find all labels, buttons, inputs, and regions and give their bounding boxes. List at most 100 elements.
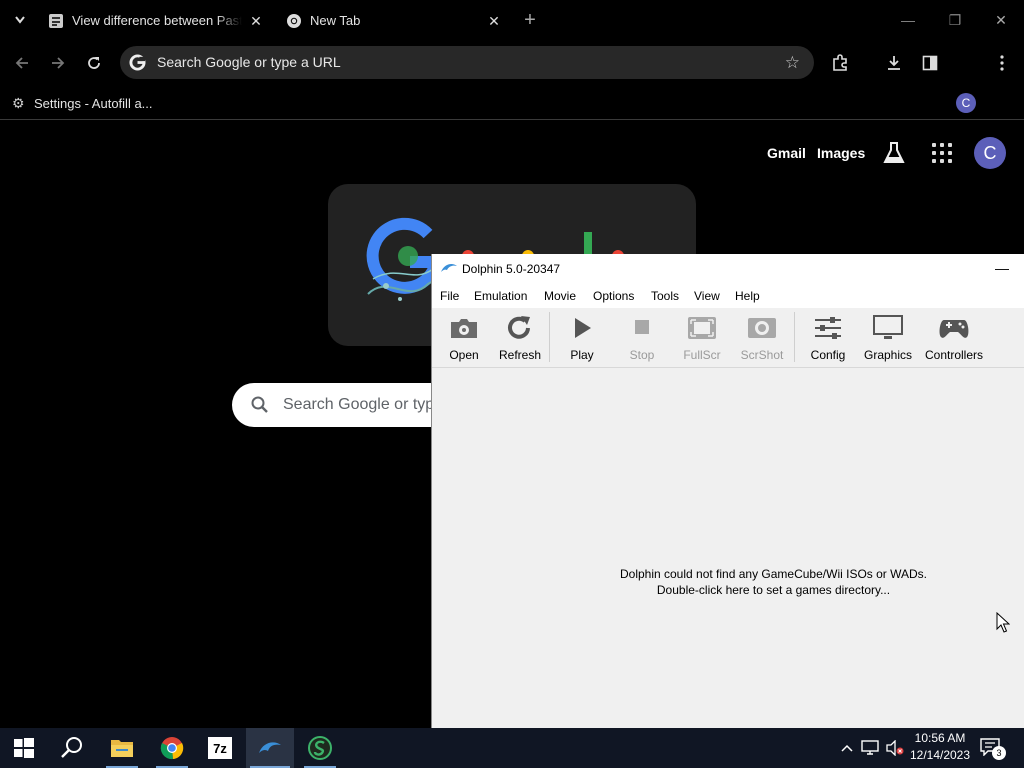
taskbar-7zip[interactable]: 7z bbox=[196, 728, 244, 768]
menu-help[interactable]: Help bbox=[735, 284, 760, 308]
refresh-icon bbox=[508, 316, 530, 339]
controllers-icon bbox=[939, 320, 969, 338]
taskbar-chrome[interactable] bbox=[148, 728, 196, 768]
dolphin-icon bbox=[259, 742, 281, 753]
fullscreen-label: FullScr bbox=[683, 348, 721, 362]
new-tab-button[interactable]: + bbox=[520, 6, 540, 34]
network-icon bbox=[861, 740, 879, 755]
tab-new-tab[interactable]: New Tab ✕ bbox=[286, 6, 506, 36]
notification-count-badge: 3 bbox=[992, 746, 1006, 760]
forward-button[interactable] bbox=[46, 51, 70, 75]
downloads-button[interactable] bbox=[882, 51, 906, 75]
menu-movie[interactable]: Movie bbox=[544, 284, 576, 308]
menu-emulation[interactable]: Emulation bbox=[474, 284, 527, 308]
volume-muted-icon bbox=[886, 740, 904, 756]
message-line-2: Double-click here to set a games directo… bbox=[656, 583, 891, 597]
clock-time: 10:56 AM bbox=[914, 731, 966, 745]
open-icon bbox=[451, 319, 477, 338]
kebab-menu-icon bbox=[1000, 55, 1004, 71]
graphics-icon bbox=[873, 315, 903, 339]
reload-button[interactable] bbox=[82, 51, 106, 75]
gear-icon: ⚙ bbox=[12, 95, 25, 111]
menu-tools[interactable]: Tools bbox=[651, 284, 679, 308]
close-window-button[interactable]: ✕ bbox=[986, 8, 1016, 32]
config-button[interactable]: Config bbox=[798, 308, 858, 368]
tab-paste-diff[interactable]: View difference between Paste ✕ bbox=[48, 6, 268, 36]
taskbar-dolphin[interactable] bbox=[246, 728, 294, 768]
clock-date: 12/14/2023 bbox=[909, 748, 971, 762]
images-link[interactable]: Images bbox=[817, 140, 865, 166]
arrow-left-icon bbox=[15, 57, 28, 69]
chrome-icon bbox=[160, 737, 184, 760]
tab-search-button[interactable] bbox=[8, 9, 32, 31]
toolbar-separator bbox=[549, 312, 550, 362]
chrome-favicon-icon bbox=[287, 14, 301, 28]
labs-flask-icon[interactable] bbox=[882, 140, 906, 166]
empty-game-list-message[interactable]: Dolphin could not find any GameCube/Wii … bbox=[432, 566, 1024, 598]
dolphin-titlebar[interactable]: Dolphin 5.0-20347 — bbox=[432, 254, 1024, 284]
side-panel-button[interactable] bbox=[918, 51, 942, 75]
tab-strip: View difference between Paste ✕ New Tab … bbox=[0, 0, 1024, 40]
back-button[interactable] bbox=[10, 51, 34, 75]
restore-button[interactable]: ❐ bbox=[940, 8, 970, 32]
dolphin-window-title: Dolphin 5.0-20347 bbox=[462, 262, 561, 276]
arrow-right-icon bbox=[52, 57, 65, 69]
reload-icon bbox=[88, 57, 100, 69]
google-g-icon bbox=[129, 54, 146, 71]
menu-view[interactable]: View bbox=[694, 284, 720, 308]
refresh-button[interactable]: Refresh bbox=[492, 308, 548, 368]
play-label: Play bbox=[570, 348, 594, 362]
menu-options[interactable]: Options bbox=[593, 284, 634, 308]
google-apps-icon[interactable] bbox=[932, 143, 952, 163]
minimize-button[interactable]: — bbox=[893, 8, 923, 32]
taskbar-search-button[interactable] bbox=[48, 728, 96, 768]
address-bar[interactable]: Search Google or type a URL ☆ bbox=[120, 46, 814, 79]
pastebin-favicon-icon bbox=[49, 14, 63, 28]
screenshot-icon bbox=[748, 318, 776, 338]
controllers-button[interactable]: Controllers bbox=[920, 308, 988, 368]
search-icon bbox=[251, 396, 268, 413]
bookmark-settings-autofill[interactable]: ⚙ Settings - Autofill a... bbox=[12, 92, 153, 114]
tab-title: View difference between Paste bbox=[72, 13, 242, 28]
search-icon bbox=[61, 737, 82, 758]
start-button[interactable] bbox=[0, 728, 48, 768]
windows-taskbar: 7z 10:56 AM 12/14/2023 3 bbox=[0, 728, 1024, 768]
system-clock[interactable]: 10:56 AM 12/14/2023 bbox=[906, 730, 974, 764]
stop-icon bbox=[635, 320, 649, 334]
browser-toolbar: Search Google or type a URL ☆ C bbox=[0, 40, 1024, 113]
bookmark-label: Settings - Autofill a... bbox=[34, 96, 153, 111]
dolphin-window: Dolphin 5.0-20347 — File Emulation Movie… bbox=[431, 254, 1024, 728]
extensions-button[interactable] bbox=[828, 51, 852, 75]
message-line-1: Dolphin could not find any GameCube/Wii … bbox=[619, 567, 927, 581]
folder-icon bbox=[111, 740, 133, 757]
google-account-avatar[interactable]: C bbox=[974, 137, 1006, 169]
puzzle-icon bbox=[833, 54, 847, 71]
gmail-link[interactable]: Gmail bbox=[767, 140, 806, 166]
tab-title: New Tab bbox=[310, 13, 361, 28]
chrome-menu-button[interactable] bbox=[990, 51, 1014, 75]
config-icon bbox=[815, 317, 841, 339]
dolphin-minimize-button[interactable]: — bbox=[995, 254, 1009, 282]
open-button[interactable]: Open bbox=[436, 308, 492, 368]
taskbar-green-app[interactable] bbox=[296, 728, 344, 768]
taskbar-file-explorer[interactable] bbox=[98, 728, 146, 768]
graphics-label: Graphics bbox=[863, 348, 913, 362]
play-button[interactable]: Play bbox=[554, 308, 610, 368]
close-tab-icon[interactable]: ✕ bbox=[486, 6, 502, 36]
show-hidden-icons-button[interactable] bbox=[838, 728, 856, 768]
network-tray-button[interactable] bbox=[860, 728, 880, 768]
graphics-button[interactable]: Graphics bbox=[858, 308, 918, 368]
dolphin-menubar: File Emulation Movie Options Tools View … bbox=[432, 284, 1024, 308]
game-list[interactable]: Dolphin could not find any GameCube/Wii … bbox=[432, 368, 1024, 728]
screenshot-button[interactable]: ScrShot bbox=[734, 308, 790, 368]
action-center-button[interactable]: 3 bbox=[980, 736, 1006, 760]
menu-file[interactable]: File bbox=[440, 284, 459, 308]
chevron-up-icon bbox=[841, 744, 853, 752]
fullscreen-button[interactable]: FullScr bbox=[674, 308, 730, 368]
dolphin-toolbar: Open Refresh Play Stop FullScr ScrShot C… bbox=[432, 308, 1024, 368]
stop-button[interactable]: Stop bbox=[614, 308, 670, 368]
volume-tray-button[interactable] bbox=[884, 728, 906, 768]
mouse-cursor-icon bbox=[996, 612, 1010, 633]
close-tab-icon[interactable]: ✕ bbox=[248, 6, 264, 36]
bookmark-star-icon[interactable]: ☆ bbox=[785, 46, 800, 79]
